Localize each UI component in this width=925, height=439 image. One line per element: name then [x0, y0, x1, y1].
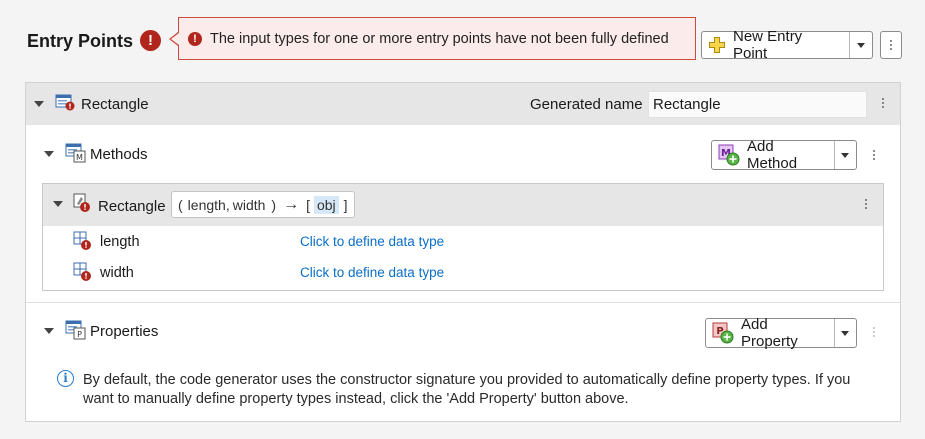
- signature-open-paren: (: [178, 196, 183, 213]
- add-method-icon: M: [718, 144, 740, 166]
- argument-error-icon: [73, 262, 93, 282]
- new-entry-point-main[interactable]: New Entry Point: [702, 28, 849, 62]
- signature-close-paren: ): [271, 196, 277, 213]
- methods-collapse-chevron-icon[interactable]: [44, 151, 54, 157]
- generated-name-field[interactable]: Rectangle: [648, 91, 867, 118]
- method-error-icon: [72, 193, 92, 213]
- add-property-dropdown[interactable]: [833, 319, 856, 347]
- collapse-chevron-icon[interactable]: [34, 101, 44, 107]
- signature-input-width[interactable]: width: [233, 197, 266, 213]
- new-entry-point-dropdown[interactable]: [849, 32, 872, 58]
- error-icon[interactable]: !: [140, 30, 161, 51]
- method-signature[interactable]: ( length , width ) → [ obj ]: [171, 191, 355, 218]
- method-name: Rectangle: [98, 198, 166, 215]
- add-property-button[interactable]: P Add Property: [705, 316, 857, 350]
- new-entry-point-label: New Entry Point: [733, 28, 803, 62]
- tooltip-arrow-fill: [171, 33, 179, 45]
- signature-output-obj[interactable]: obj: [313, 195, 339, 214]
- generated-name-label: Generated name: [530, 96, 643, 113]
- add-property-label: Add Property: [741, 316, 798, 350]
- methods-menu-icon[interactable]: [869, 147, 879, 163]
- chevron-down-icon: [841, 152, 850, 158]
- methods-section-label: Methods: [90, 146, 148, 163]
- properties-icon: P: [65, 320, 87, 340]
- info-icon: i: [57, 370, 74, 387]
- new-entry-point-button[interactable]: New Entry Point: [701, 28, 873, 62]
- signature-input-length[interactable]: length: [188, 197, 226, 213]
- argument-name: length: [100, 234, 140, 250]
- chevron-down-icon: [857, 42, 866, 48]
- argument-name: width: [100, 265, 134, 281]
- properties-section-label: Properties: [90, 323, 159, 340]
- method-menu-icon[interactable]: [861, 196, 871, 212]
- method-header: [43, 184, 883, 226]
- chevron-down-icon: [841, 330, 850, 336]
- add-method-main[interactable]: M Add Method: [712, 138, 834, 172]
- method-collapse-chevron-icon[interactable]: [53, 201, 63, 207]
- error-icon: !: [188, 32, 202, 46]
- add-property-icon: P: [712, 322, 734, 344]
- svg-text:P: P: [77, 330, 82, 339]
- signature-arrow: →: [283, 195, 300, 213]
- methods-icon: M: [65, 143, 87, 163]
- add-method-label: Add Method: [747, 138, 798, 172]
- add-property-main[interactable]: P Add Property: [706, 316, 834, 350]
- signature-close-bracket: ]: [343, 196, 348, 213]
- add-method-button[interactable]: M Add Method: [711, 138, 857, 172]
- properties-info-text: By default, the code generator uses the …: [83, 372, 851, 407]
- argument-error-icon: [73, 231, 93, 251]
- class-icon: [55, 93, 75, 111]
- page-title: Entry Points: [27, 31, 134, 51]
- define-type-link[interactable]: Click to define data type: [300, 234, 444, 249]
- properties-menu-icon: [869, 324, 879, 340]
- add-method-dropdown[interactable]: [833, 141, 856, 169]
- entry-points-menu-button[interactable]: [880, 31, 902, 59]
- properties-collapse-chevron-icon[interactable]: [44, 328, 54, 334]
- entry-point-name: Rectangle: [81, 96, 149, 113]
- error-tooltip: ! The input types for one or more entry …: [178, 17, 696, 60]
- signature-open-bracket: [: [306, 196, 310, 213]
- plus-icon: [708, 36, 726, 54]
- tooltip-message: The input types for one or more entry po…: [210, 31, 669, 47]
- section-divider: [26, 302, 900, 303]
- svg-text:M: M: [76, 153, 83, 162]
- entry-point-menu-icon[interactable]: [878, 95, 888, 111]
- define-type-link[interactable]: Click to define data type: [300, 265, 444, 280]
